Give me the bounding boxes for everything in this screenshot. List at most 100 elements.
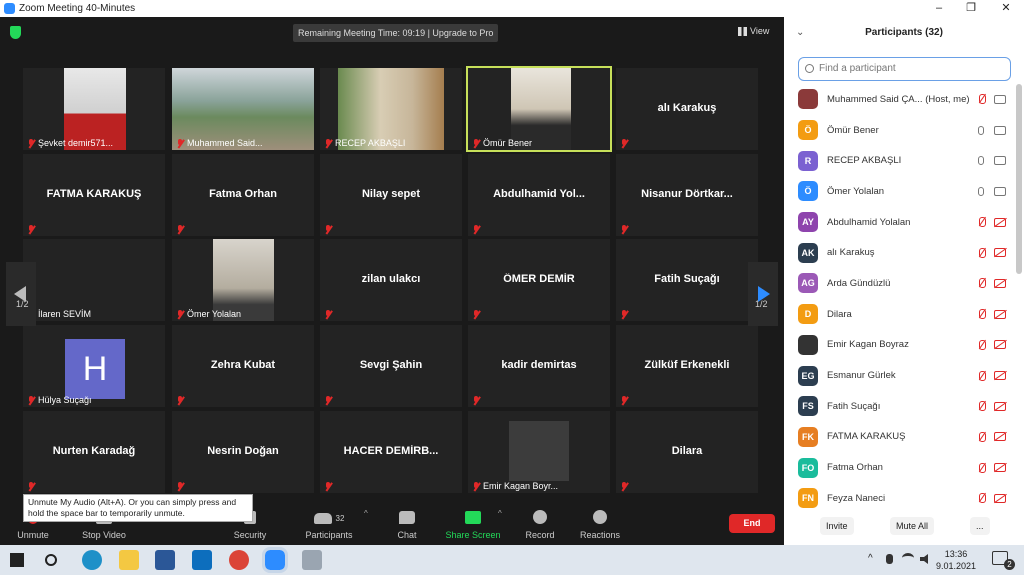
mic-muted-icon[interactable] <box>978 462 986 473</box>
camera-icon[interactable] <box>994 94 1006 104</box>
participants-button[interactable]: 32 Participants <box>300 495 358 545</box>
mic-muted-icon[interactable] <box>978 217 986 228</box>
share-options-chevron-icon[interactable]: ^ <box>498 509 502 518</box>
reactions-button[interactable]: Reactions <box>578 495 622 545</box>
mute-all-button[interactable]: Mute All <box>890 517 935 535</box>
mic-muted-icon[interactable] <box>978 339 986 350</box>
mic-muted-icon[interactable] <box>978 401 986 412</box>
wifi-icon[interactable] <box>902 553 914 563</box>
camera-off-icon[interactable] <box>994 248 1006 258</box>
participant-row[interactable]: FK FATMA KARAKUŞ <box>784 422 1016 453</box>
participant-tile[interactable]: zilan ulakcı <box>320 239 462 321</box>
mic-muted-icon[interactable] <box>978 370 986 381</box>
invite-button[interactable]: Invite <box>820 517 854 535</box>
participant-row[interactable]: FO Fatma Orhan <box>784 452 1016 483</box>
mic-muted-icon[interactable] <box>978 94 986 105</box>
participant-tile[interactable]: Sevgi Şahin <box>320 325 462 407</box>
participant-tile[interactable]: Fatih Suçağı <box>616 239 758 321</box>
prev-page-button[interactable] <box>6 262 36 326</box>
collapse-chevron-icon[interactable]: ⌄ <box>796 17 804 49</box>
camera-off-icon[interactable] <box>994 217 1006 227</box>
participant-tile[interactable]: H Hülya Suçağı <box>23 325 165 407</box>
close-button[interactable]: ✕ <box>989 0 1023 17</box>
participant-tile[interactable]: Nisanur Dörtkar... <box>616 154 758 236</box>
participant-tile[interactable]: Abdulhamid Yol... <box>468 154 610 236</box>
mic-muted-icon[interactable] <box>978 493 986 504</box>
camera-icon[interactable] <box>994 186 1006 196</box>
participant-row[interactable]: AG Arda Gündüzlü <box>784 268 1016 299</box>
chrome-icon[interactable] <box>229 550 249 570</box>
participant-tile[interactable]: Zülküf Erkenekli <box>616 325 758 407</box>
participant-row[interactable]: AK alı Karakuş <box>784 237 1016 268</box>
share-screen-button[interactable]: Share Screen <box>444 495 502 545</box>
camera-off-icon[interactable] <box>994 401 1006 411</box>
participant-row[interactable]: FN Feyza Naneci <box>784 483 1016 514</box>
security-shield-icon[interactable] <box>10 26 21 39</box>
zoom-taskbar-icon[interactable] <box>262 547 288 573</box>
search-taskbar-icon[interactable] <box>45 554 57 566</box>
participant-list-scrollbar[interactable] <box>1016 84 1022 274</box>
participant-tile[interactable]: alı Karakuş <box>616 68 758 150</box>
end-meeting-button[interactable]: End <box>729 514 775 533</box>
participant-tile[interactable]: İlaren SEVİM <box>23 239 165 321</box>
mic-muted-icon[interactable] <box>978 431 986 442</box>
participant-tile[interactable]: Zehra Kubat <box>172 325 314 407</box>
system-clock[interactable]: 13:36 9.01.2021 <box>936 548 976 572</box>
participant-row[interactable]: FS Fatih Suçağı <box>784 391 1016 422</box>
mic-muted-icon[interactable] <box>978 309 986 320</box>
participant-tile[interactable]: RECEP AKBAŞLI <box>320 68 462 150</box>
participant-row[interactable]: Ö Ömer Yolalan <box>784 176 1016 207</box>
participant-row[interactable]: R RECEP AKBAŞLI <box>784 145 1016 176</box>
participant-tile[interactable]: Nesrin Doğan <box>172 411 314 493</box>
camera-off-icon[interactable] <box>994 340 1006 350</box>
participant-tile[interactable]: Şevket demir571... <box>23 68 165 150</box>
participant-tile[interactable]: Fatma Orhan <box>172 154 314 236</box>
participant-row[interactable]: D Dilara <box>784 299 1016 330</box>
maximize-button[interactable]: ❐ <box>954 0 988 17</box>
camera-off-icon[interactable] <box>994 463 1006 473</box>
camera-icon[interactable] <box>994 156 1006 166</box>
camera-icon[interactable] <box>994 125 1006 135</box>
next-page-button[interactable] <box>748 262 778 326</box>
mic-muted-icon[interactable] <box>978 278 986 289</box>
participant-row[interactable]: EG Esmanur Gürlek <box>784 360 1016 391</box>
participant-row[interactable]: AY Abdulhamid Yolalan <box>784 207 1016 238</box>
participant-tile[interactable]: ÖMER DEMİR <box>468 239 610 321</box>
mail-icon[interactable] <box>192 550 212 570</box>
edge-browser-icon[interactable] <box>82 550 102 570</box>
participant-tile[interactable]: Nilay sepet <box>320 154 462 236</box>
mic-muted-icon[interactable] <box>978 247 986 258</box>
camera-off-icon[interactable] <box>994 278 1006 288</box>
participant-tile[interactable]: Emir Kagan Boyr... <box>468 411 610 493</box>
mic-icon[interactable] <box>978 125 984 135</box>
camera-off-icon[interactable] <box>994 371 1006 381</box>
windows-start-icon[interactable] <box>10 553 24 567</box>
participant-tile[interactable]: FATMA KARAKUŞ <box>23 154 165 236</box>
participant-tile[interactable]: kadir demirtas <box>468 325 610 407</box>
tray-expand-icon[interactable]: ^ <box>868 553 873 564</box>
view-button[interactable]: View <box>738 26 769 36</box>
participant-row[interactable]: Ö Ömür Bener <box>784 115 1016 146</box>
participant-tile[interactable]: HACER DEMİRB... <box>320 411 462 493</box>
paint-icon[interactable] <box>302 550 322 570</box>
participant-tile[interactable]: Dilara <box>616 411 758 493</box>
file-explorer-icon[interactable] <box>119 550 139 570</box>
remaining-time-banner[interactable]: Remaining Meeting Time: 09:19 | Upgrade … <box>293 24 499 42</box>
participant-tile[interactable]: Nurten Karadağ <box>23 411 165 493</box>
participant-row[interactable]: Emir Kagan Boyraz <box>784 330 1016 361</box>
camera-off-icon[interactable] <box>994 493 1006 503</box>
more-options-button[interactable]: ... <box>970 517 990 535</box>
participant-tile[interactable]: Ömer Yolalan <box>172 239 314 321</box>
word-icon[interactable] <box>155 550 175 570</box>
camera-off-icon[interactable] <box>994 432 1006 442</box>
minimize-button[interactable]: – <box>922 0 956 17</box>
record-button[interactable]: Record <box>522 495 558 545</box>
participants-options-chevron-icon[interactable]: ^ <box>364 509 368 518</box>
volume-icon[interactable] <box>920 554 928 564</box>
chat-button[interactable]: Chat <box>390 495 424 545</box>
participant-tile[interactable]: Ömür Bener <box>466 66 612 152</box>
participant-tile[interactable]: Muhammed Said... <box>172 68 314 150</box>
camera-off-icon[interactable] <box>994 309 1006 319</box>
mic-icon[interactable] <box>978 186 984 196</box>
mic-icon[interactable] <box>978 156 984 166</box>
